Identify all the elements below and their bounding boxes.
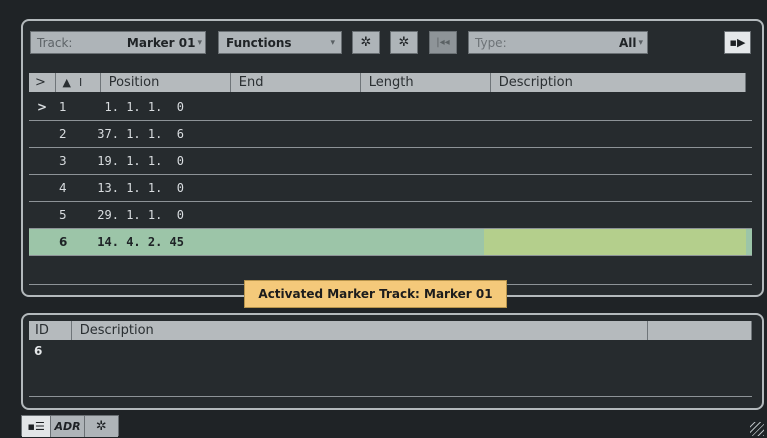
marker-table-body: > 1 1. 1. 1. 0 2 37. 1. 1. 6 3 19. 1. 1.… [29,94,752,256]
row-position: 37. 1. 1. 6 [97,127,184,141]
chevron-down-icon: ▾ [197,37,202,48]
id-column-header[interactable]: ID [29,321,72,340]
row-position: 1. 1. 1. 0 [104,100,184,114]
row-id: 1 [59,100,67,114]
row-position: 19. 1. 1. 0 [97,154,184,168]
row-position: 13. 1. 1. 0 [97,181,184,195]
detail-id-value: 6 [34,344,43,358]
row-id: 3 [59,154,67,168]
chevron-down-icon: ▾ [330,37,335,48]
gear-button[interactable]: ✲ [390,31,418,54]
table-row-selected[interactable]: 6 14. 4. 2. 45 [29,229,752,256]
description-column-header[interactable]: Description [490,73,746,92]
type-selector[interactable]: Type: All ▾ [468,31,648,54]
list-view-icon: ▪☰ [27,420,45,433]
resize-grip-icon[interactable] [750,422,764,436]
functions-menu[interactable]: Functions ▾ [218,31,342,54]
status-tooltip: Activated Marker Track: Marker 01 [244,280,507,308]
locate-start-button[interactable]: |◂◂ [429,31,457,54]
description-column-header[interactable]: Description [71,321,649,340]
selected-description-cell[interactable] [484,229,746,255]
swap-view-button[interactable]: ▪▶ [724,31,751,54]
sort-column-header[interactable]: ▲ I [56,73,101,92]
row-position: 14. 4. 2. 45 [97,235,184,249]
row-id: 2 [59,127,67,141]
position-column-header[interactable]: Position [100,73,231,92]
table-row[interactable]: 3 19. 1. 1. 0 [29,148,752,175]
type-label: Type: [475,35,507,50]
chevron-down-icon: ▾ [638,37,643,48]
detail-divider [29,396,752,397]
table-row[interactable]: 2 37. 1. 1. 6 [29,121,752,148]
track-value: Marker 01 [126,35,196,50]
table-row[interactable]: 5 29. 1. 1. 0 [29,202,752,229]
track-selector[interactable]: Track: Marker 01 ▾ [30,31,206,54]
gear-icon: ✲ [398,35,410,50]
adr-label: ADR [54,420,81,433]
empty-column-header[interactable] [648,321,752,340]
marker-table-header: > ▲ I Position End Length Description [29,73,753,92]
adr-button[interactable]: ADR [50,416,84,437]
sort-ascending-icon: ▲ [62,76,71,89]
swap-view-icon: ▪▶ [729,36,746,49]
functions-label: Functions [226,35,292,50]
row-position: 29. 1. 1. 0 [97,208,184,222]
bottom-settings-button[interactable]: ✲ [83,416,118,437]
header-filler [745,73,753,92]
row-cursor-icon: > [37,100,48,114]
list-view-button[interactable]: ▪☰ [22,416,51,437]
row-id: 4 [59,181,67,195]
bottom-toolbar: ▪☰ ADR ✲ [21,415,119,437]
track-label: Track: [37,35,73,50]
type-value: All [618,35,637,50]
settings-icon: ✲ [360,35,372,50]
table-row[interactable]: > 1 1. 1. 1. 0 [29,94,752,121]
locate-start-icon: |◂◂ [436,37,450,48]
end-column-header[interactable]: End [230,73,361,92]
expand-column-header[interactable]: > [29,73,57,92]
sort-marker-label: I [78,76,83,89]
gear-icon: ✲ [95,419,107,434]
row-id: 5 [59,208,67,222]
row-id: 6 [59,235,68,249]
detail-table-header: ID Description [29,321,752,340]
settings-button[interactable]: ✲ [352,31,380,54]
table-row[interactable]: 4 13. 1. 1. 0 [29,175,752,202]
length-column-header[interactable]: Length [360,73,491,92]
tooltip-text: Activated Marker Track: Marker 01 [258,287,493,301]
